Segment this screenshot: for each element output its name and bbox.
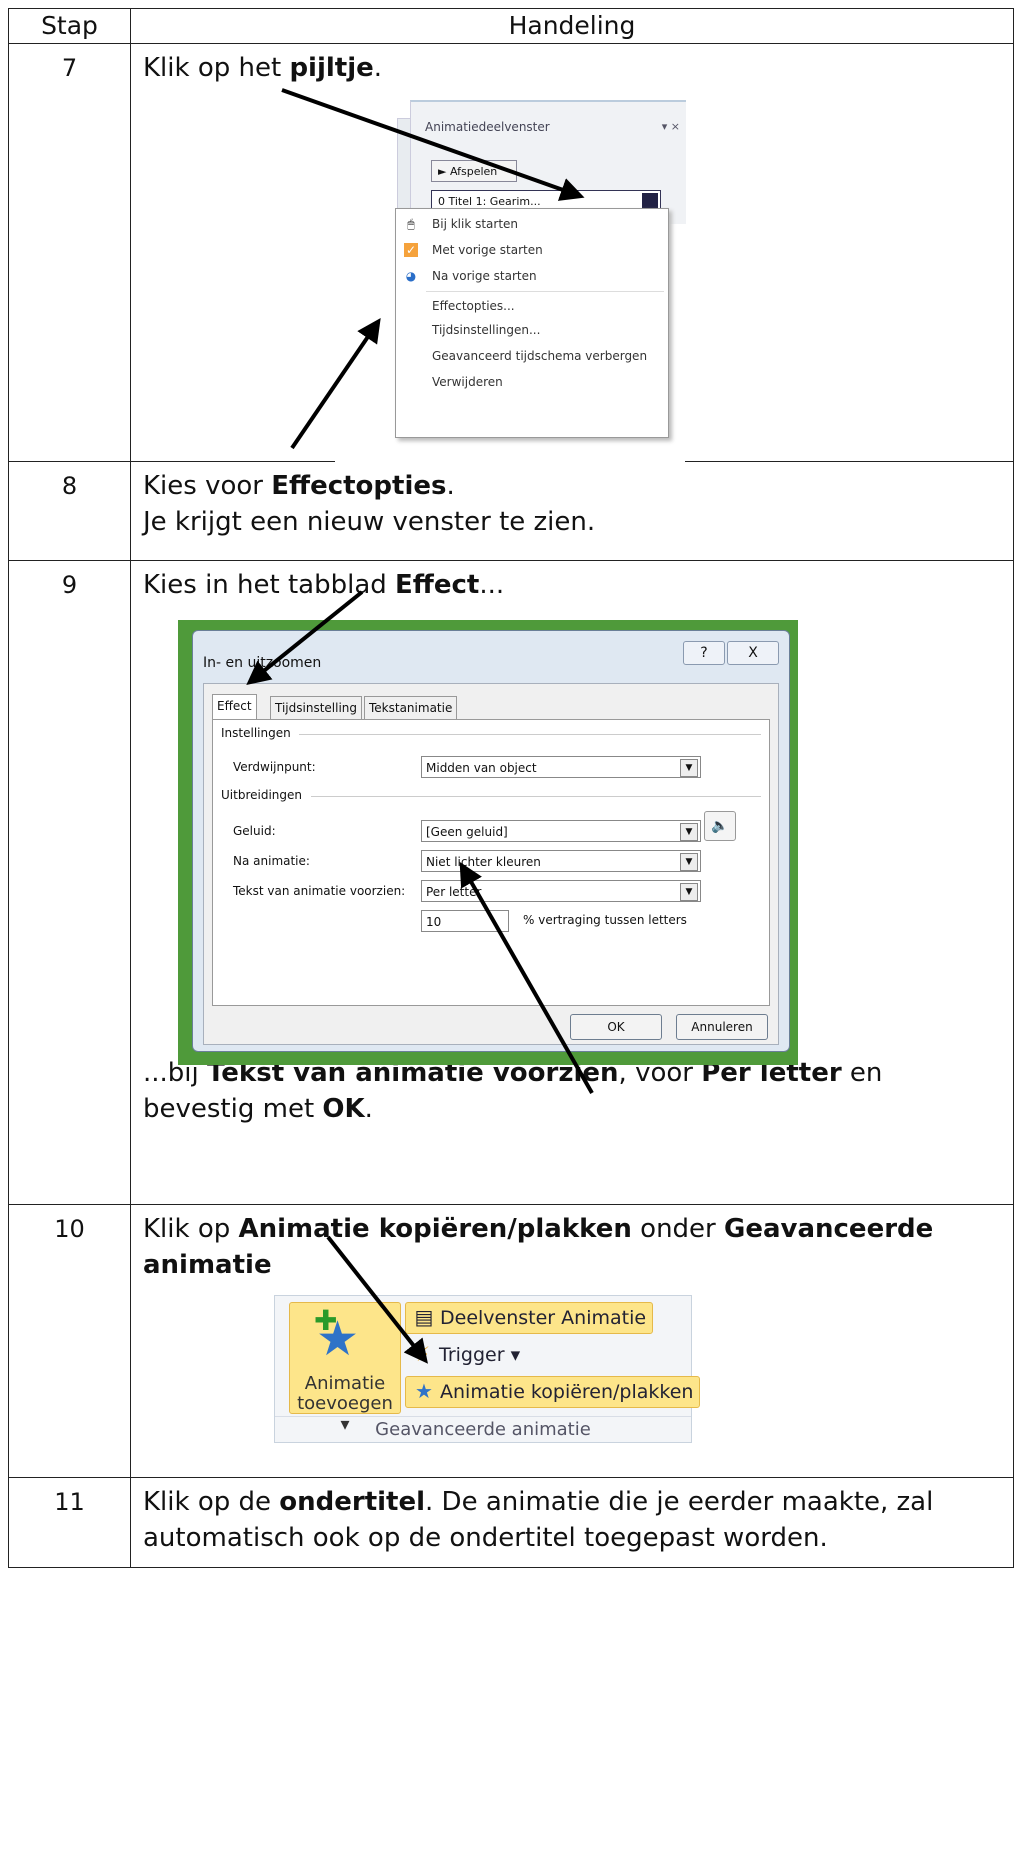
- menu-item-timing[interactable]: Tijdsinstellingen...: [432, 323, 540, 337]
- group-divider: [299, 734, 761, 735]
- ok-button[interactable]: OK: [570, 1014, 662, 1040]
- animate-text-label: Tekst van animatie voorzien:: [233, 884, 406, 898]
- step-9-number: 9: [61, 571, 78, 599]
- menu-item-after-previous[interactable]: Na vorige starten: [432, 269, 537, 283]
- animate-text-select[interactable]: Per letter ▼: [421, 880, 701, 902]
- step-11-content: Klik op de ondertitel. De animatie die j…: [130, 1477, 1014, 1568]
- check-icon: ✓: [404, 243, 418, 257]
- step-10-number: 10: [54, 1215, 85, 1243]
- delay-label: % vertraging tussen letters: [523, 913, 687, 927]
- effect-panel: Instellingen Verdwijnpunt: Midden van ob…: [212, 719, 770, 1006]
- vanishing-point-label: Verdwijnpunt:: [233, 760, 316, 774]
- dialog-window: In- en uitzoomen ? X Effect Tijdsinstell…: [192, 630, 790, 1052]
- context-menu: 🖱 Bij klik starten ✓ Met vorige starten …: [395, 208, 669, 438]
- step-row-8: 8 Kies voor Effectopties. Je krijgt een n…: [8, 461, 1014, 561]
- close-icon[interactable]: X: [727, 641, 779, 665]
- lightning-icon: ⚡: [415, 1342, 431, 1366]
- bold-term: Effect: [395, 570, 480, 600]
- painter-icon: ★: [415, 1379, 433, 1403]
- mouse-icon: 🖱: [407, 217, 415, 231]
- animation-pane: Animatiedeelvenster ▾ × ► Afspelen 0 Tit…: [410, 100, 686, 224]
- dialog-body: Effect Tijdsinstelling Tekstanimatie Ins…: [203, 683, 779, 1045]
- pane-icon: ▤: [414, 1305, 434, 1329]
- header-handeling: Handeling: [130, 8, 1014, 44]
- menu-item-hide-timeline[interactable]: Geavanceerd tijdschema verbergen: [432, 349, 647, 363]
- animation-menu-screenshot: Animatiedeelvenster ▾ × ► Afspelen 0 Tit…: [335, 100, 686, 474]
- pane-title: Animatiedeelvenster: [425, 120, 550, 134]
- step-8-content: Kies voor Effectopties. Je krijgt een nie…: [130, 461, 1014, 561]
- step-9-text: Kies in het tabblad Effect...: [143, 570, 505, 600]
- group-settings-label: Instellingen: [221, 726, 291, 740]
- step-number: 7: [8, 43, 131, 462]
- add-animation-button[interactable]: ★ ✚ Animatie toevoegen ▾: [289, 1302, 401, 1435]
- group-divider: [311, 796, 761, 797]
- dropdown-arrow-icon: ▼: [680, 883, 698, 901]
- group-label: Geavanceerde animatie: [275, 1416, 691, 1440]
- delay-spinner[interactable]: 10: [421, 910, 509, 932]
- step-row-11: 11 Klik op de ondertitel. De animatie di…: [8, 1477, 1014, 1568]
- plus-icon: ✚: [314, 1304, 338, 1337]
- dropdown-arrow-icon: ▼: [680, 853, 698, 871]
- effect-options-dialog-screenshot: In- en uitzoomen ? X Effect Tijdsinstell…: [178, 620, 798, 1065]
- step-8-number: 8: [61, 472, 78, 500]
- bold-term: Effectopties: [271, 471, 447, 501]
- sound-label: Geluid:: [233, 824, 276, 838]
- play-button[interactable]: ► Afspelen: [431, 160, 517, 182]
- step-11-number: 11: [54, 1488, 85, 1516]
- tab-timing[interactable]: Tijdsinstelling: [270, 696, 363, 719]
- dropdown-arrow-icon: ▼: [680, 759, 698, 777]
- dropdown-arrow-icon: ▼: [680, 823, 698, 841]
- clock-icon: ◕: [405, 269, 417, 283]
- group-extensions-label: Uitbreidingen: [221, 788, 302, 802]
- speaker-icon[interactable]: 🔈: [704, 811, 736, 841]
- menu-item-remove[interactable]: Verwijderen: [432, 375, 503, 389]
- sound-select[interactable]: [Geen geluid] ▼: [421, 820, 701, 842]
- step-10-text: Klik op Animatie kopiëren/plakken onder …: [143, 1214, 934, 1280]
- dropdown-arrow-icon[interactable]: [642, 193, 658, 209]
- menu-item-with-previous[interactable]: Met vorige starten: [432, 243, 543, 257]
- animation-pane-button[interactable]: ▤ Deelvenster Animatie: [405, 1302, 654, 1334]
- step-7-number: 7: [61, 54, 78, 82]
- menu-item-click-start[interactable]: Bij klik starten: [432, 217, 518, 231]
- dialog-title: In- en uitzoomen: [203, 655, 322, 671]
- advanced-animation-ribbon-screenshot: ★ ✚ Animatie toevoegen ▾ ▤ Deelvenster An…: [274, 1295, 701, 1443]
- vanishing-point-select[interactable]: Midden van object ▼: [421, 756, 701, 778]
- animation-painter-button[interactable]: ★ Animatie kopiëren/plakken: [405, 1376, 701, 1408]
- step-11-text: Klik op de ondertitel. De animatie die j…: [143, 1487, 934, 1553]
- cancel-button[interactable]: Annuleren: [676, 1014, 768, 1040]
- after-animation-select[interactable]: Niet lichter kleuren ▼: [421, 850, 701, 872]
- menu-separator: [426, 291, 664, 292]
- trigger-button[interactable]: ⚡ Trigger ▾: [405, 1340, 526, 1370]
- step-7-text: Klik op het pijltje.: [143, 53, 383, 83]
- tab-effect[interactable]: Effect: [212, 694, 257, 719]
- after-animation-label: Na animatie:: [233, 854, 310, 868]
- header-stap: Stap: [8, 8, 131, 44]
- help-icon[interactable]: ?: [683, 641, 725, 665]
- menu-item-effect-options[interactable]: Effectopties...: [432, 299, 515, 313]
- pane-close-icon[interactable]: ▾ ×: [662, 120, 680, 133]
- bold-term: pijltje: [289, 53, 374, 83]
- tab-text-animation[interactable]: Tekstanimatie: [364, 696, 458, 719]
